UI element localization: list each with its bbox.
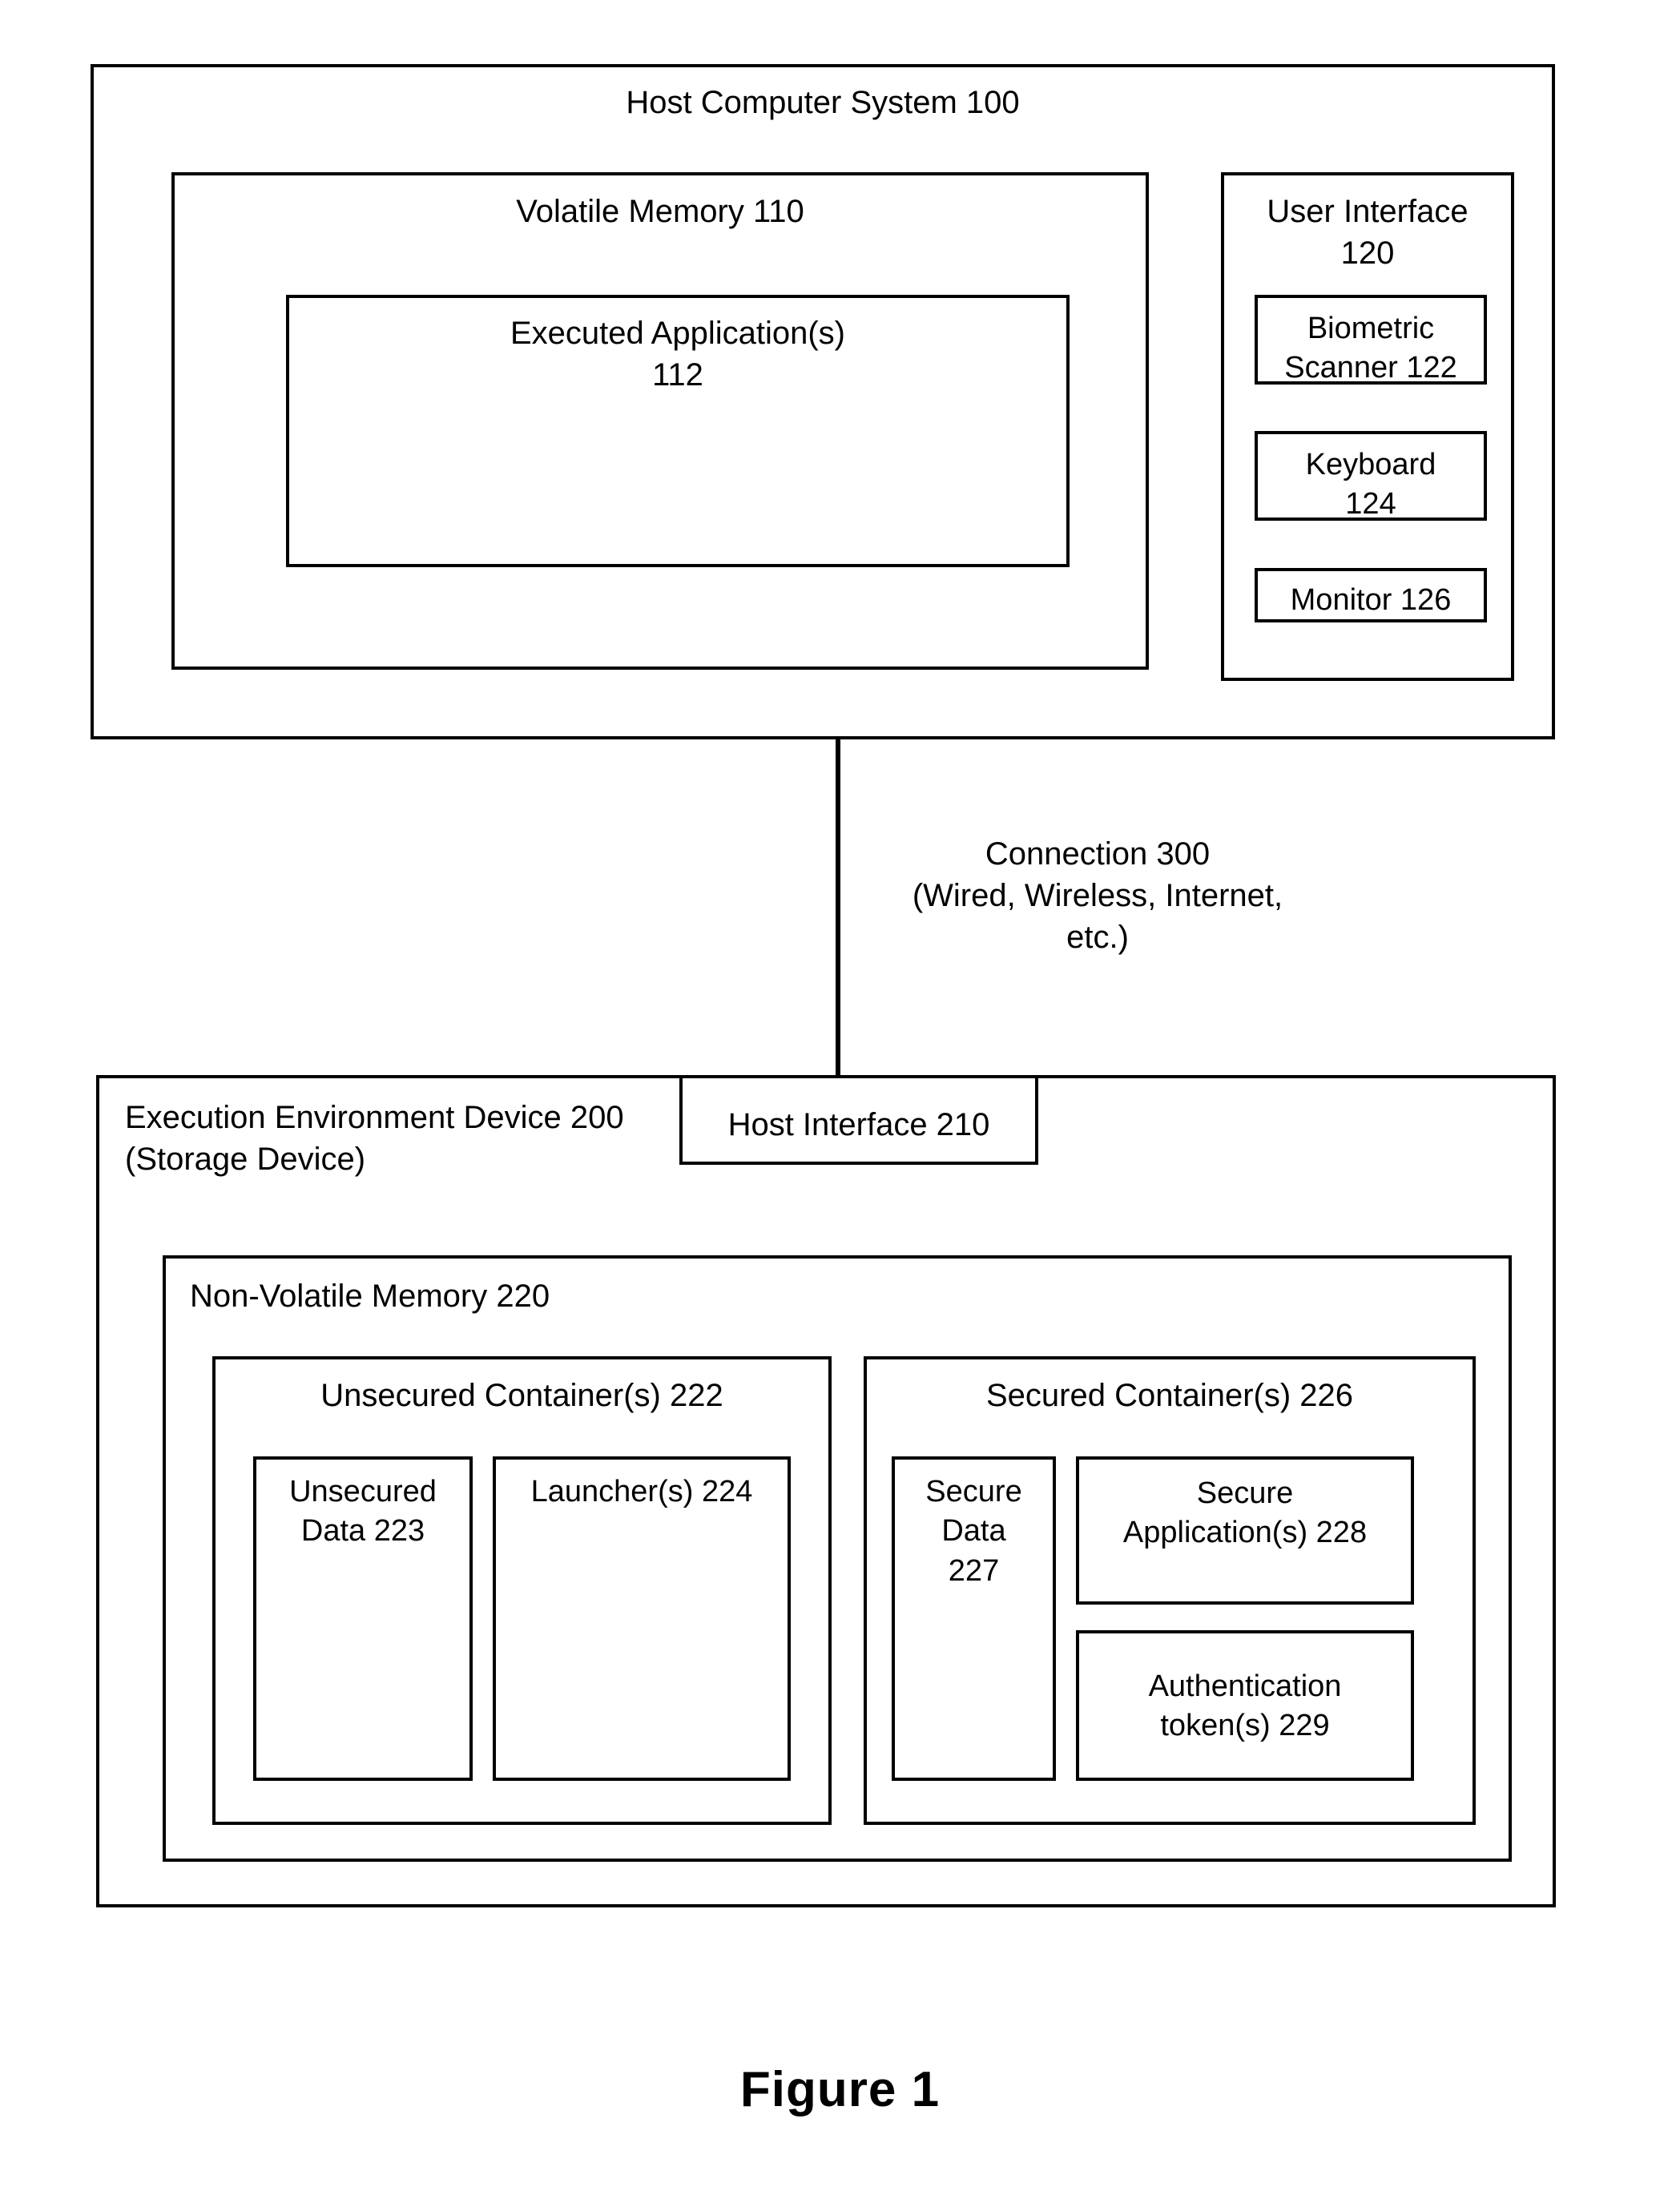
figure-canvas: Host Computer System 100 Volatile Memory… <box>0 0 1680 2195</box>
host-interface-label: Host Interface 210 <box>727 1107 990 1142</box>
unsecured-container-label: Unsecured Container(s) 222 <box>320 1378 723 1413</box>
secured-container-label: Secured Container(s) 226 <box>985 1378 1354 1413</box>
volatile-memory-label: Volatile Memory 110 <box>516 194 804 229</box>
biometric-scanner-label: Biometric Scanner 122 <box>1284 312 1457 385</box>
non-volatile-memory-label: Non-Volatile Memory 220 <box>190 1279 550 1314</box>
secure-applications-label: Secure Application(s) 228 <box>1122 1476 1368 1550</box>
executed-applications-label: Executed Application(s) 112 <box>510 316 845 393</box>
monitor-label: Monitor 126 <box>1290 583 1452 617</box>
authentication-tokens-label: Authentication token(s) 229 <box>1148 1669 1342 1743</box>
unsecured-data-label: Unsecured Data 223 <box>289 1475 437 1549</box>
secure-data-label: Secure Data 227 <box>925 1475 1022 1588</box>
launchers-label: Launcher(s) 224 <box>530 1475 753 1508</box>
keyboard-label: Keyboard 124 <box>1305 448 1436 522</box>
connection-line <box>836 739 840 1078</box>
host-computer-system-label: Host Computer System 100 <box>626 85 1020 120</box>
user-interface-label: User Interface 120 <box>1267 194 1468 271</box>
figure-caption: Figure 1 <box>739 2062 941 2117</box>
execution-environment-device-label: Execution Environment Device 200 (Storag… <box>125 1100 624 1177</box>
connection-label: Connection 300 (Wired, Wireless, Interne… <box>912 836 1283 955</box>
